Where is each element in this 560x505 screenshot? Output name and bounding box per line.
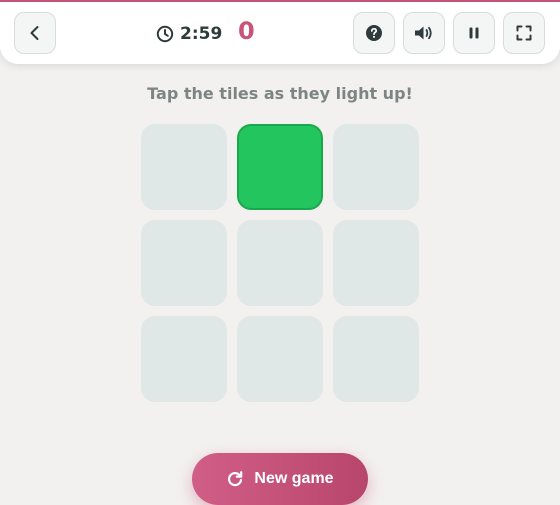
instruction-text: Tap the tiles as they light up! <box>147 84 413 103</box>
speaker-icon <box>415 26 432 40</box>
question-icon <box>366 25 382 41</box>
restart-icon <box>228 471 243 487</box>
tile-6[interactable] <box>333 220 419 306</box>
tile-2[interactable] <box>237 124 323 210</box>
sound-button[interactable] <box>403 12 445 54</box>
tile-7[interactable] <box>141 316 227 402</box>
tile-4[interactable] <box>141 220 227 306</box>
timer-value: 2:59 <box>180 24 223 44</box>
tile-9[interactable] <box>333 316 419 402</box>
score-value: 0 <box>238 17 255 45</box>
tile-3[interactable] <box>333 124 419 210</box>
new-game-button[interactable]: New game <box>192 453 368 505</box>
tile-5[interactable] <box>237 220 323 306</box>
fullscreen-button[interactable] <box>503 12 545 54</box>
game-header: 2:59 0 <box>0 2 560 64</box>
tile-1[interactable] <box>141 124 227 210</box>
fullscreen-icon <box>516 25 532 41</box>
pause-icon <box>469 27 479 39</box>
pause-button[interactable] <box>453 12 495 54</box>
timer: 2:59 <box>156 22 222 46</box>
tile-grid <box>141 124 419 402</box>
chevron-left-icon <box>30 26 39 40</box>
tile-8[interactable] <box>237 316 323 402</box>
clock-icon <box>156 25 174 43</box>
help-button[interactable] <box>353 12 395 54</box>
back-button[interactable] <box>14 12 56 54</box>
new-game-label: New game <box>254 470 334 487</box>
